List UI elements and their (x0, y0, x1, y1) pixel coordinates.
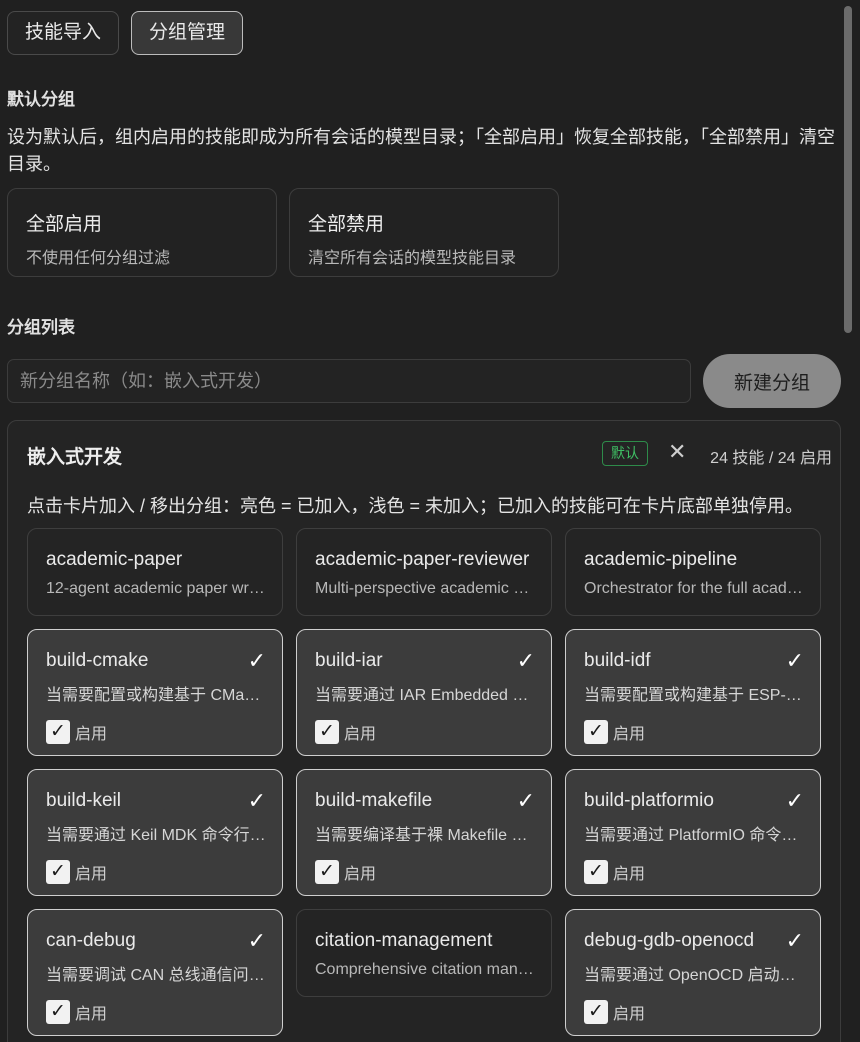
enable-checkbox[interactable]: ✓ (46, 860, 70, 884)
joined-check-icon: ✓ (247, 788, 266, 813)
skill-description: Orchestrator for the full academic workf… (584, 580, 806, 597)
tab-skill-import[interactable]: 技能导入 (7, 11, 120, 55)
enable-label: 启用 (344, 866, 377, 883)
skill-name: build-iar (315, 650, 383, 671)
skill-description: 当需要通过 PlatformIO 命令行构建时使用 (584, 827, 806, 844)
tab-group-management[interactable]: 分组管理 (131, 11, 244, 55)
enable-label: 启用 (75, 1006, 108, 1023)
enable-checkbox[interactable]: ✓ (584, 1000, 608, 1024)
skill-description: 当需要通过 Keil MDK 命令行构建时使用 (46, 827, 268, 844)
joined-check-icon: ✓ (247, 648, 266, 673)
skill-card-can-debug[interactable]: can-debug 当需要调试 CAN 总线通信问题时使用 ✓ ✓ 启用 (27, 909, 283, 1036)
skill-description: Comprehensive citation management tools (315, 961, 537, 978)
group-list-title: 分组列表 (7, 318, 75, 337)
joined-check-icon: ✓ (785, 648, 804, 673)
enable-checkbox[interactable]: ✓ (46, 720, 70, 744)
enable-label: 启用 (75, 866, 108, 883)
skill-name: citation-management (315, 930, 493, 951)
joined-check-icon: ✓ (247, 928, 266, 953)
group-card-embedded: 嵌入式开发 默认 ✕ 24 技能 / 24 启用 点击卡片加入 / 移出分组：亮… (7, 420, 841, 1042)
default-group-options: 全部启用 不使用任何分组过滤 全部禁用 清空所有会话的模型技能目录 (7, 188, 559, 277)
enable-label: 启用 (344, 726, 377, 743)
skill-description: 当需要通过 OpenOCD 启动调试会话时使用 (584, 967, 806, 984)
skill-name: build-makefile (315, 790, 433, 811)
skill-card-build-makefile[interactable]: build-makefile当需要编译基于裸 Makefile 的项目时使用✓✓… (296, 769, 552, 896)
skill-description: Multi-perspective academic paper review (315, 580, 537, 597)
skill-description: 当需要调试 CAN 总线通信问题时使用 (46, 967, 268, 984)
default-badge[interactable]: 默认 (602, 441, 648, 466)
enable-all-card[interactable]: 全部启用 不使用任何分组过滤 (7, 188, 277, 277)
skill-name: academic-paper (46, 549, 183, 570)
enable-toggle-row[interactable]: ✓ 启用 (584, 1000, 645, 1024)
enable-checkbox[interactable]: ✓ (46, 1000, 70, 1024)
skill-card-academic-paper-reviewer[interactable]: academic-paper-reviewer Multi-perspective… (296, 528, 552, 616)
default-group-title: 默认分组 (7, 90, 75, 109)
skill-name: build-platformio (584, 790, 714, 811)
disable-all-subtitle: 清空所有会话的模型技能目录 (308, 250, 517, 267)
enable-checkbox[interactable]: ✓ (584, 720, 608, 744)
skill-card-build-cmake[interactable]: build-cmake 当需要配置或构建基于 CMake 的项目时使用 ✓ ✓ 启用 (27, 629, 283, 756)
enable-label: 启用 (613, 1006, 646, 1023)
enable-toggle-row[interactable]: ✓ 启用 (584, 860, 645, 884)
joined-check-icon: ✓ (516, 648, 535, 673)
skill-card-build-idf[interactable]: build-idf 当需要配置或构建基于 ESP-IDF 的项目时使用 ✓ ✓ 启用 (565, 629, 821, 756)
disable-all-card[interactable]: 全部禁用 清空所有会话的模型技能目录 (289, 188, 559, 277)
skill-name: can-debug (46, 930, 136, 951)
skill-description: 当需要通过 IAR Embedded Workbench 构建时使用 (315, 687, 537, 704)
scrollbar-thumb[interactable] (844, 6, 852, 333)
group-hint: 点击卡片加入 / 移出分组：亮色 = 已加入，浅色 = 未加入；已加入的技能可在… (27, 496, 804, 516)
enable-label: 启用 (75, 726, 108, 743)
skill-manager-panel: 技能导入 分组管理 默认分组 设为默认后，组内启用的技能即成为所有会话的模型目录… (0, 0, 860, 1042)
enable-label: 启用 (613, 866, 646, 883)
skill-card-academic-paper[interactable]: academic-paper 12-agent academic paper wr… (27, 528, 283, 616)
new-group-row: 新建分组 (7, 354, 841, 408)
skill-name: build-idf (584, 650, 651, 671)
enable-checkbox[interactable]: ✓ (315, 860, 339, 884)
skill-card-build-iar[interactable]: build-iar 当需要通过 IAR Embedded Workbench 构建… (296, 629, 552, 756)
joined-check-icon: ✓ (785, 788, 804, 813)
enable-toggle-row[interactable]: ✓ 启用 (315, 860, 376, 884)
enable-checkbox[interactable]: ✓ (584, 860, 608, 884)
disable-all-title: 全部禁用 (308, 214, 385, 235)
skill-grid: academic-paper 12-agent academic paper wr… (27, 528, 823, 1036)
skill-card-citation-management[interactable]: citation-management Comprehensive citatio… (296, 909, 552, 997)
skill-card-build-keil[interactable]: build-keil 当需要通过 Keil MDK 命令行构建时使用 ✓ ✓ 启用 (27, 769, 283, 896)
joined-check-icon: ✓ (785, 928, 804, 953)
skill-name: debug-gdb-openocd (584, 930, 755, 951)
tab-bar: 技能导入 分组管理 (7, 11, 244, 55)
new-group-name-input[interactable] (7, 359, 691, 403)
enable-toggle-row[interactable]: ✓ 启用 (46, 720, 107, 744)
enable-toggle-row[interactable]: ✓ 启用 (46, 860, 107, 884)
skill-description: 当需要配置或构建基于 CMake 的项目时使用 (46, 687, 268, 704)
skill-name: academic-paper-reviewer (315, 549, 530, 570)
delete-group-close-icon[interactable]: ✕ (668, 439, 686, 465)
group-skill-count: 24 技能 / 24 启用 (710, 450, 832, 467)
joined-check-icon: ✓ (516, 788, 535, 813)
skill-name: academic-pipeline (584, 549, 738, 570)
enable-label: 启用 (613, 726, 646, 743)
skill-name: build-keil (46, 790, 121, 811)
create-group-button[interactable]: 新建分组 (703, 354, 841, 408)
enable-all-title: 全部启用 (26, 214, 103, 235)
skill-description: 当需要配置或构建基于 ESP-IDF 的项目时使用 (584, 687, 806, 704)
enable-checkbox[interactable]: ✓ (315, 720, 339, 744)
skill-description: 当需要编译基于裸 Makefile 的项目时使用 (315, 827, 537, 844)
enable-toggle-row[interactable]: ✓ 启用 (46, 1000, 107, 1024)
skill-name: build-cmake (46, 650, 149, 671)
skill-card-academic-pipeline[interactable]: academic-pipeline Orchestrator for the fu… (565, 528, 821, 616)
enable-toggle-row[interactable]: ✓ 启用 (315, 720, 376, 744)
enable-toggle-row[interactable]: ✓ 启用 (584, 720, 645, 744)
enable-all-subtitle: 不使用任何分组过滤 (26, 250, 171, 267)
skill-description: 12-agent academic paper writing pipeline (46, 580, 268, 597)
default-group-description: 设为默认后，组内启用的技能即成为所有会话的模型目录；「全部启用」恢复全部技能，「… (7, 127, 835, 174)
skill-card-debug-gdb-openocd[interactable]: debug-gdb-openocd 当需要通过 OpenOCD 启动调试会话时使用… (565, 909, 821, 1036)
group-name: 嵌入式开发 (27, 447, 123, 468)
skill-card-build-platformio[interactable]: build-platformio 当需要通过 PlatformIO 命令行构建时使… (565, 769, 821, 896)
